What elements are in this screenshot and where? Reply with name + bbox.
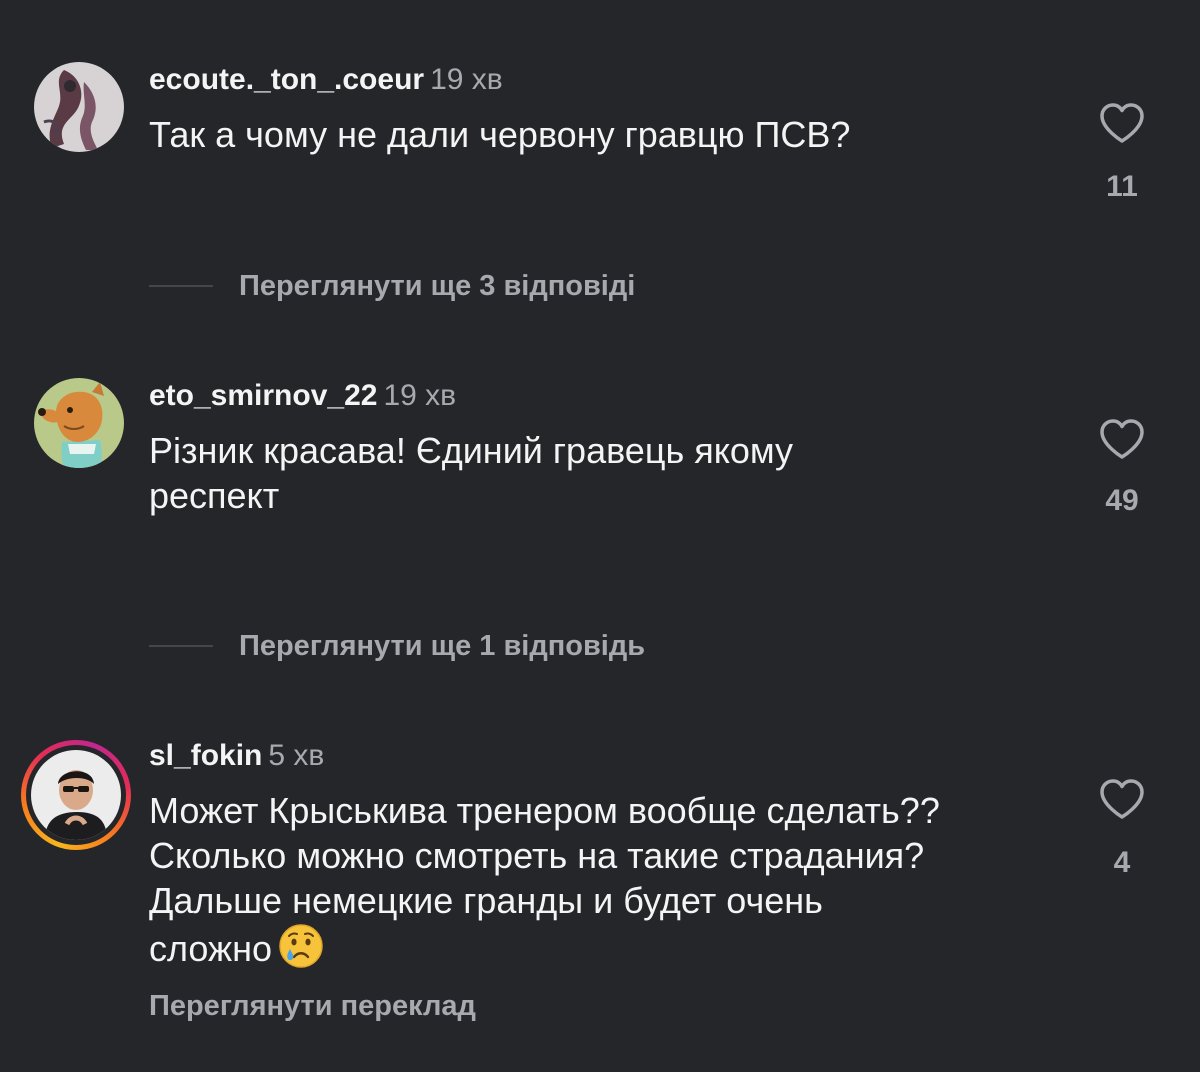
heart-outline-icon [1100,419,1144,459]
timestamp: 19 хв [383,379,457,412]
see-translation-button[interactable]: Переглянути переклад [149,990,476,1023]
comment-text-line: Может Крыськива тренером вообще сделать?… [149,790,940,831]
like-button[interactable] [1098,778,1146,820]
like-button[interactable] [1098,102,1146,144]
comment-meta: eto_smirnov_22 19 хв [149,378,456,414]
view-replies-label: Переглянути ще 1 відповідь [239,629,646,662]
heart-outline-icon [1100,103,1144,143]
username[interactable]: ecoute._ton_.coeur [149,63,424,96]
timestamp: 5 хв [268,739,325,772]
comment-text: Різник красава! Єдиний гравець якому рес… [149,428,1069,518]
comment-text-line: Дальше немецкие гранды и будет очень [149,880,823,921]
like-count: 11 [1106,170,1138,203]
heart-outline-icon [1100,779,1144,819]
comment-text-line: Різник красава! Єдиний гравець якому [149,430,794,471]
comment-text-line: Сколько можно смотреть на такие страдани… [149,835,925,876]
view-replies-button[interactable]: Переглянути ще 3 відповіді [149,266,635,306]
username[interactable]: sl_fokin [149,739,262,772]
comment-text-line: респект [149,475,280,516]
comment-text: Так а чому не дали червону гравцю ПСВ? [149,114,851,155]
like-count: 49 [1105,484,1139,517]
comment-text: Может Крыськива тренером вообще сделать?… [149,788,1069,979]
avatar[interactable] [34,378,124,468]
avatar[interactable] [34,62,124,152]
replies-divider [149,645,213,647]
timestamp: 19 хв [430,63,503,96]
view-replies-button[interactable]: Переглянути ще 1 відповідь [149,626,645,666]
replies-divider [149,285,213,287]
comment-text-line: сложно [149,928,273,969]
like-button[interactable] [1098,418,1146,460]
view-replies-label: Переглянути ще 3 відповіді [239,269,636,302]
crying-face-icon [278,923,324,979]
avatar[interactable] [31,750,121,840]
comment-meta: ecoute._ton_.coeur 19 хв [149,62,503,98]
comment-text-line-last: сложно [149,923,1069,979]
comment-meta: sl_fokin 5 хв [149,738,324,774]
username[interactable]: eto_smirnov_22 [149,379,377,412]
story-ring[interactable] [21,740,131,850]
like-count: 4 [1113,846,1131,879]
